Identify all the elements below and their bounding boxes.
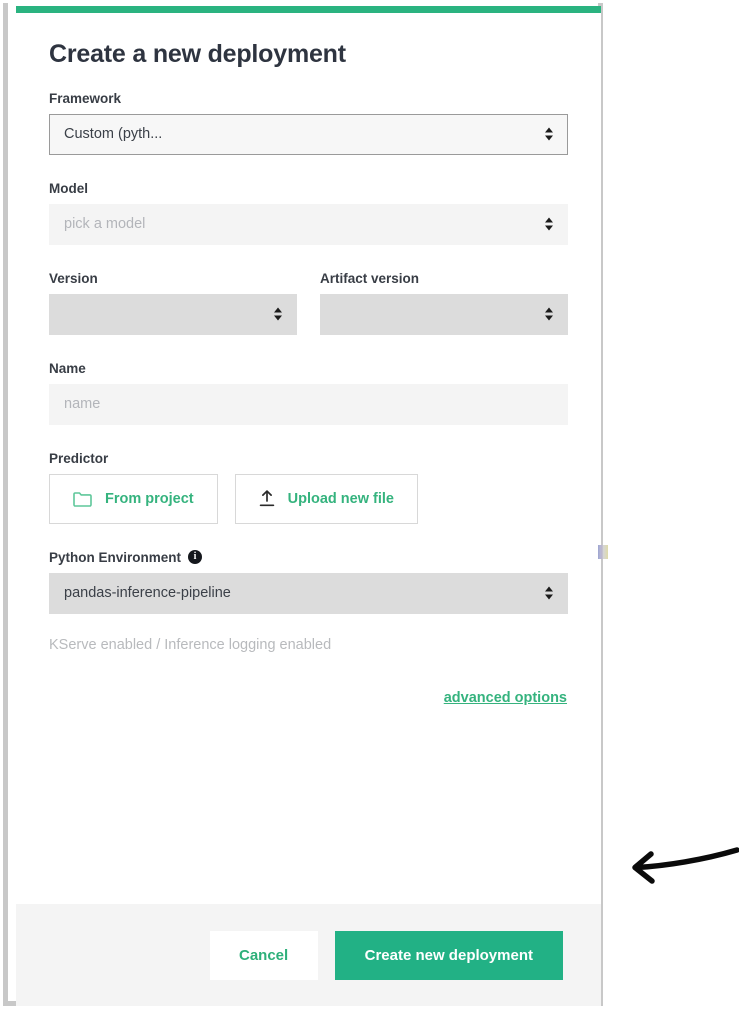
artifact-version-select[interactable] xyxy=(320,293,568,335)
advanced-options-link[interactable]: advanced options xyxy=(444,690,567,706)
version-row: Version Artifact version xyxy=(49,271,568,335)
field-name: Name name xyxy=(49,361,568,425)
select-updown-icon xyxy=(545,307,554,321)
version-label: Version xyxy=(49,270,98,286)
field-version: Version xyxy=(49,271,297,335)
upload-new-file-button[interactable]: Upload new file xyxy=(234,473,418,524)
screenshot-root: Create a new deployment Framework Custom… xyxy=(0,0,739,1021)
from-project-button[interactable]: From project xyxy=(49,473,218,524)
name-input-wrap[interactable]: name xyxy=(49,383,568,425)
modal-form: Create a new deployment Framework Custom… xyxy=(16,13,601,707)
modal-content: Create a new deployment Framework Custom… xyxy=(16,13,601,1006)
page-title: Create a new deployment xyxy=(49,40,346,68)
name-input[interactable]: name xyxy=(64,396,100,412)
framework-label: Framework xyxy=(49,90,122,106)
select-updown-icon xyxy=(545,586,554,600)
field-predictor: Predictor From project Upload new file xyxy=(49,451,568,524)
name-label: Name xyxy=(49,360,86,376)
artifact-version-label: Artifact version xyxy=(320,270,420,286)
framework-select[interactable]: Custom (pyth... xyxy=(49,113,568,155)
select-updown-icon xyxy=(274,307,283,321)
upload-icon xyxy=(259,490,275,507)
model-select[interactable]: pick a model xyxy=(49,203,568,245)
create-deployment-modal: Create a new deployment Framework Custom… xyxy=(3,3,608,1006)
info-icon[interactable]: i xyxy=(188,550,203,564)
from-project-label: From project xyxy=(105,490,194,507)
modal-accent-bar xyxy=(16,6,601,13)
select-updown-icon xyxy=(545,127,554,141)
upload-new-file-label: Upload new file xyxy=(287,490,394,507)
predictor-buttons: From project Upload new file xyxy=(49,473,568,524)
cancel-button[interactable]: Cancel xyxy=(209,930,318,980)
model-placeholder: pick a model xyxy=(64,216,146,232)
python-environment-select[interactable]: pandas-inference-pipeline xyxy=(49,572,568,614)
folder-icon xyxy=(73,491,92,507)
python-environment-value: pandas-inference-pipeline xyxy=(64,585,231,601)
create-new-deployment-button[interactable]: Create new deployment xyxy=(334,930,563,980)
python-environment-label-text: Python Environment xyxy=(49,549,182,565)
deployment-status-hint: KServe enabled / Inference logging enabl… xyxy=(49,636,332,653)
framework-value: Custom (pyth... xyxy=(64,126,163,142)
python-environment-label: Python Environment i xyxy=(49,550,568,565)
field-artifact-version: Artifact version xyxy=(320,271,568,335)
field-framework: Framework Custom (pyth... xyxy=(49,91,568,155)
version-select[interactable] xyxy=(49,293,297,335)
advanced-options-row: advanced options xyxy=(49,689,568,707)
field-model: Model pick a model xyxy=(49,181,568,245)
model-label: Model xyxy=(49,180,88,196)
predictor-label: Predictor xyxy=(49,450,109,466)
modal-footer: Cancel Create new deployment xyxy=(16,904,601,1006)
annotation-arrow-icon xyxy=(625,842,739,894)
select-updown-icon xyxy=(545,217,554,231)
field-python-environment: Python Environment i pandas-inference-pi… xyxy=(49,550,568,614)
render-artifact xyxy=(598,545,608,559)
